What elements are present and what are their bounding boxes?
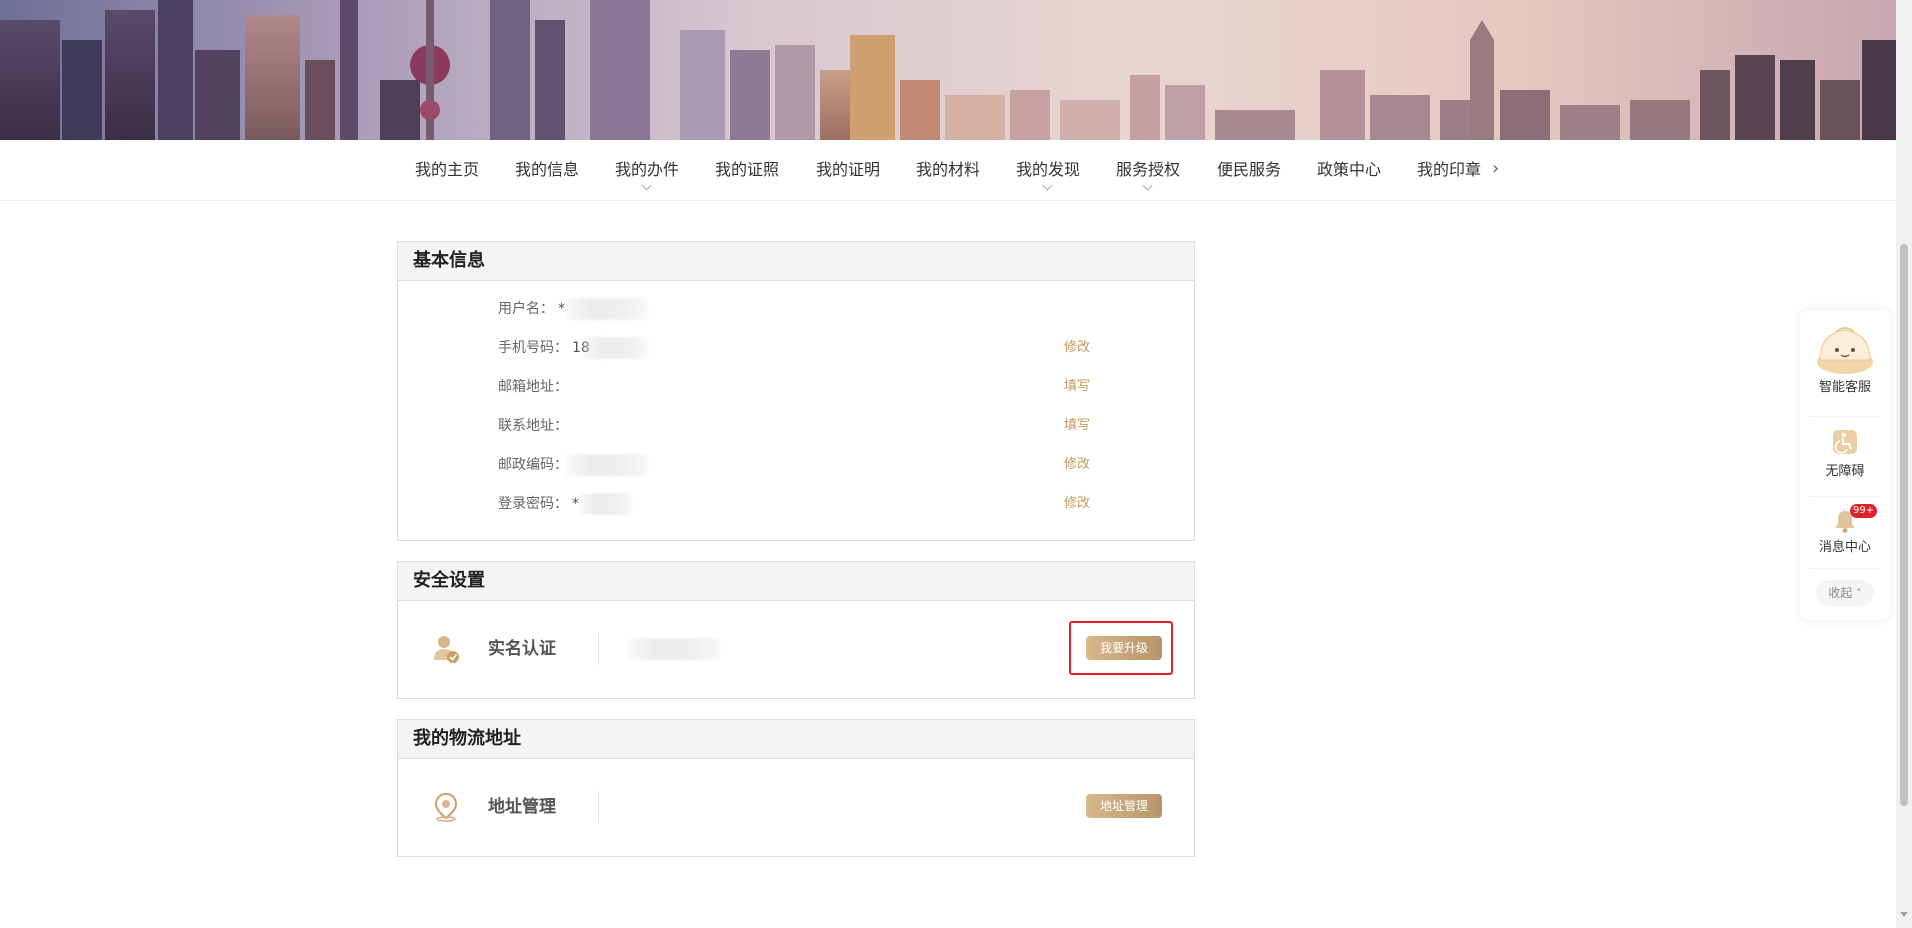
location-pin-icon: [434, 792, 458, 822]
divider: [1810, 496, 1880, 497]
nav-item-discover[interactable]: 我的发现: [1016, 140, 1080, 200]
nav-item-services[interactable]: 便民服务: [1217, 140, 1281, 200]
basic-info-title: 基本信息: [398, 242, 1194, 281]
chevron-right-icon[interactable]: ›: [1492, 140, 1499, 200]
postcode-label: 邮政编码：: [498, 457, 568, 473]
chevron-down-icon: [1142, 180, 1153, 191]
password-row: 登录密码： *: [498, 494, 579, 514]
accessibility-button[interactable]: 无障碍: [1800, 428, 1890, 479]
divider: [1810, 568, 1880, 569]
fill-address-link[interactable]: 填写: [1064, 416, 1090, 436]
chevron-up-icon: ˄: [1856, 587, 1862, 600]
fill-email-link[interactable]: 填写: [1064, 377, 1090, 397]
real-name-auth-label: 实名认证: [488, 639, 556, 659]
security-title: 安全设置: [398, 562, 1194, 601]
highlight-box: [1069, 621, 1173, 675]
chevron-down-icon: [1042, 180, 1053, 191]
nav-item-certificates[interactable]: 我的证明: [816, 140, 880, 200]
username-row: 用户名： *: [498, 299, 565, 319]
header-banner: [0, 0, 1896, 140]
collapse-label: 收起: [1828, 586, 1853, 600]
smart-service-button[interactable]: 智能客服: [1800, 322, 1890, 395]
phone-row: 手机号码： 18: [498, 338, 590, 358]
accessibility-icon: [1833, 430, 1857, 454]
nav-item-materials[interactable]: 我的材料: [916, 140, 980, 200]
divider: [598, 791, 599, 823]
email-label: 邮箱地址：: [498, 379, 568, 395]
redacted-value: [628, 638, 720, 660]
nav-item-discover-label: 我的发现: [1016, 160, 1081, 179]
edit-password-link[interactable]: 修改: [1064, 494, 1090, 514]
security-panel: 安全设置 实名认证 我要升级: [397, 561, 1195, 699]
accessibility-label: 无障碍: [1825, 464, 1865, 479]
postcode-row: 邮政编码：: [498, 455, 568, 475]
floating-service-panel: 智能客服 无障碍 99+ 消息中心 收起 ˄: [1800, 310, 1890, 620]
address-management-button[interactable]: 地址管理: [1086, 794, 1162, 818]
basic-info-panel: 基本信息 用户名： * 手机号码： 18 修改 邮箱地址： 填写 联系地址： 填写 …: [397, 241, 1195, 541]
nav-item-authorization-label: 服务授权: [1116, 160, 1181, 179]
redacted-value: [566, 454, 648, 476]
password-value: *: [572, 496, 579, 512]
redacted-value: [580, 493, 632, 515]
nav-item-cases-label: 我的办件: [615, 160, 680, 179]
password-label: 登录密码：: [498, 496, 568, 512]
real-name-auth-row: 实名认证 我要升级: [398, 601, 1194, 698]
edit-postcode-link[interactable]: 修改: [1064, 455, 1090, 475]
nav-item-licenses[interactable]: 我的证照: [715, 140, 779, 200]
phone-label: 手机号码：: [498, 340, 568, 356]
edit-phone-link[interactable]: 修改: [1064, 338, 1090, 358]
username-label: 用户名：: [498, 301, 554, 317]
smart-service-label: 智能客服: [1818, 380, 1871, 395]
city-skyline-image: [0, 0, 1896, 140]
message-center-label: 消息中心: [1818, 540, 1871, 555]
message-center-button[interactable]: 99+ 消息中心: [1800, 504, 1890, 555]
main-nav: 我的主页 我的信息 我的办件 我的证照 我的证明 我的材料 我的发现 服务授权 …: [0, 140, 1896, 201]
chevron-down-icon: [641, 180, 652, 191]
nav-item-cases[interactable]: 我的办件: [615, 140, 679, 200]
address-row: 联系地址：: [498, 416, 568, 436]
nav-item-home[interactable]: 我的主页: [415, 140, 479, 200]
nav-item-authorization[interactable]: 服务授权: [1116, 140, 1180, 200]
logistics-panel: 我的物流地址 地址管理 地址管理: [397, 719, 1195, 857]
bell-icon-wrap: 99+: [1800, 504, 1890, 536]
address-management-label: 地址管理: [488, 797, 556, 817]
nav-item-policy[interactable]: 政策中心: [1317, 140, 1381, 200]
collapse-button[interactable]: 收起 ˄: [1816, 580, 1874, 606]
nav-item-info[interactable]: 我的信息: [515, 140, 579, 200]
scrollbar-thumb[interactable]: [1900, 244, 1908, 806]
divider: [1810, 416, 1880, 417]
address-label: 联系地址：: [498, 418, 568, 434]
username-value: *: [558, 301, 565, 317]
verified-user-icon: [434, 636, 459, 663]
logistics-title: 我的物流地址: [398, 720, 1194, 759]
scroll-down-icon[interactable]: [1900, 912, 1908, 917]
redacted-value: [566, 298, 648, 320]
divider: [598, 633, 599, 665]
redacted-value: [583, 337, 648, 359]
email-row: 邮箱地址：: [498, 377, 568, 397]
mascot-icon: [1817, 327, 1873, 374]
nav-item-seals[interactable]: 我的印章: [1417, 140, 1481, 200]
address-management-row: 地址管理 地址管理: [398, 759, 1194, 856]
message-count-badge: 99+: [1850, 504, 1878, 518]
